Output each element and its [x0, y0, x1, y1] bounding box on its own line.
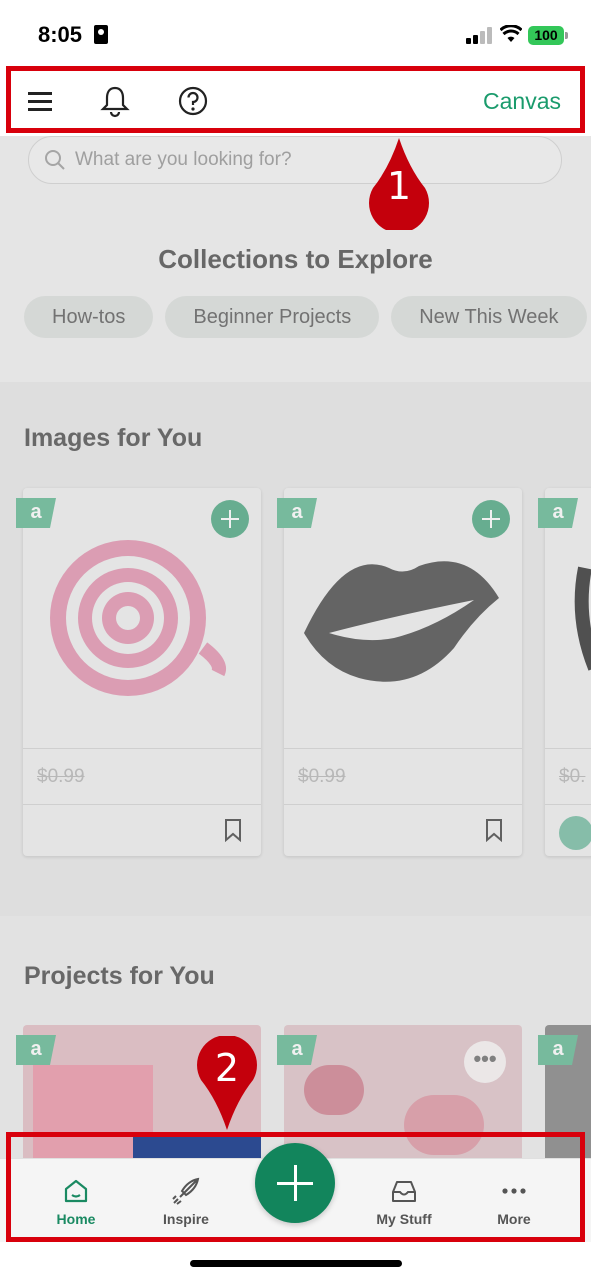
heart-image [304, 1065, 364, 1115]
image-card[interactable]: $0.99 [284, 488, 522, 856]
annotation-number: 1 [386, 164, 412, 208]
search-placeholder: What are you looking for? [75, 149, 292, 170]
battery-indicator: 100 [528, 26, 568, 45]
divider [23, 804, 261, 805]
access-badge-icon: a [538, 498, 578, 528]
image-price: $0.99 [298, 766, 346, 787]
annotation-box-top-toolbar [6, 66, 585, 133]
status-bar: 8:05 100 [0, 0, 591, 66]
images-section-title: Images for You [24, 424, 203, 452]
bookmark-icon[interactable] [484, 818, 504, 842]
collections-title: Collections to Explore [158, 244, 433, 274]
wifi-icon [500, 25, 522, 42]
chip-beginner-projects[interactable]: Beginner Projects [165, 296, 380, 338]
divider [284, 804, 522, 805]
divider [545, 804, 591, 805]
image-price: $0.99 [37, 766, 85, 787]
home-content: What are you looking for? Collections to… [0, 136, 591, 1158]
annotation-marker-1: 1 [369, 138, 429, 233]
collection-chips: How-tos Beginner Projects New This Week [24, 296, 591, 338]
add-image-button[interactable] [472, 500, 510, 538]
status-time: 8:05 [38, 22, 83, 47]
annotation-box-bottom-nav [6, 1132, 585, 1242]
search-input[interactable]: What are you looking for? [28, 136, 562, 184]
projects-section-title: Projects for You [24, 962, 215, 990]
chip-how-tos[interactable]: How-tos [24, 296, 154, 338]
image-card[interactable]: $0. [545, 488, 591, 856]
access-badge-icon: a [538, 1035, 578, 1065]
annotation-marker-2: 2 [197, 1035, 257, 1130]
designer-avatar [559, 816, 591, 850]
access-badge-icon: a [16, 498, 56, 528]
cellular-signal-icon [466, 26, 494, 44]
contact-card-icon [94, 25, 108, 44]
chip-new-this-week[interactable]: New This Week [391, 296, 587, 338]
annotation-number: 2 [214, 1046, 240, 1090]
bookmark-icon[interactable] [223, 818, 243, 842]
more-options-button[interactable]: ••• [464, 1041, 506, 1083]
divider [545, 748, 591, 749]
access-badge-icon: a [277, 498, 317, 528]
search-icon [45, 150, 65, 170]
image-price: $0. [559, 766, 586, 787]
image-card[interactable]: $0.99 [23, 488, 261, 856]
divider [284, 748, 522, 749]
access-badge-icon: a [16, 1035, 56, 1065]
divider [23, 748, 261, 749]
explore-section: What are you looking for? Collections to… [0, 136, 591, 382]
add-image-button[interactable] [211, 500, 249, 538]
access-badge-icon: a [277, 1035, 317, 1065]
home-indicator [190, 1260, 402, 1267]
